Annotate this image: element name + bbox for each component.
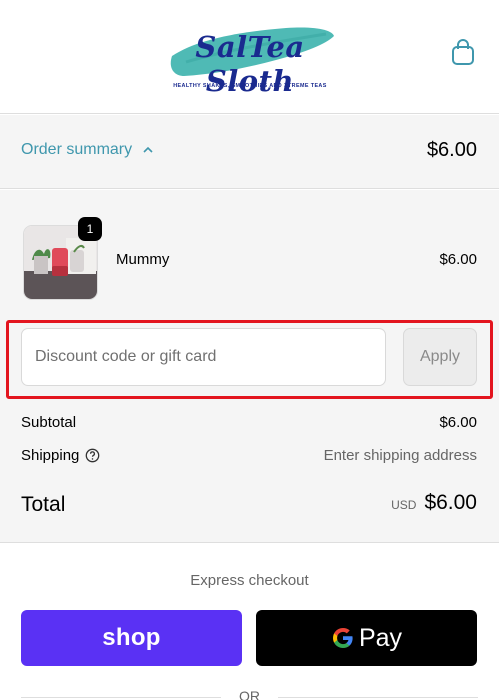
- subtotal-label: Subtotal: [21, 414, 77, 431]
- order-summary-label: Order summary: [21, 141, 133, 158]
- google-pay-label: Pay: [358, 623, 403, 652]
- order-summary-total: $6.00: [426, 139, 477, 161]
- shipping-value: Enter shipping address: [323, 447, 477, 464]
- google-pay-button[interactable]: Pay: [256, 610, 477, 666]
- total-amount: $6.00: [424, 491, 477, 514]
- product-name: Mummy: [116, 251, 170, 268]
- total-label: Total: [21, 493, 66, 516]
- logo-tagline: HEALTHY SHAKES, SMOOTHIES AND XTREME TEA…: [173, 83, 327, 89]
- shop-pay-label: shop: [102, 624, 161, 651]
- order-summary-panel: 1 Mummy $6.00 Apply Subtotal $6.00 Shipp…: [0, 190, 499, 543]
- product-price: $6.00: [439, 251, 477, 268]
- subtotal-value: $6.00: [439, 414, 477, 431]
- order-summary-toggle[interactable]: Order summary: [21, 141, 154, 159]
- discount-code-input[interactable]: [21, 328, 386, 386]
- shipping-label: Shipping: [21, 447, 80, 464]
- total-value-group: USD $6.00: [391, 491, 477, 515]
- chevron-up-icon: [143, 146, 153, 153]
- google-g-icon: [332, 628, 353, 648]
- shipping-label-row: Shipping: [21, 447, 100, 464]
- apply-discount-button[interactable]: Apply: [403, 328, 477, 386]
- help-circle-icon[interactable]: [85, 448, 100, 463]
- currency-code: USD: [391, 498, 417, 512]
- or-divider: OR: [0, 686, 499, 700]
- store-logo[interactable]: SalTea Sloth HEALTHY SHAKES, SMOOTHIES A…: [152, 14, 348, 98]
- store-header: SalTea Sloth HEALTHY SHAKES, SMOOTHIES A…: [0, 0, 499, 114]
- shop-pay-button[interactable]: shop: [21, 610, 242, 666]
- express-checkout-heading: Express checkout: [190, 572, 309, 589]
- or-label: OR: [239, 688, 260, 700]
- quantity-badge: 1: [78, 217, 102, 241]
- shopping-bag-icon[interactable]: [450, 38, 476, 66]
- order-summary-bar: Order summary $6.00: [0, 115, 499, 189]
